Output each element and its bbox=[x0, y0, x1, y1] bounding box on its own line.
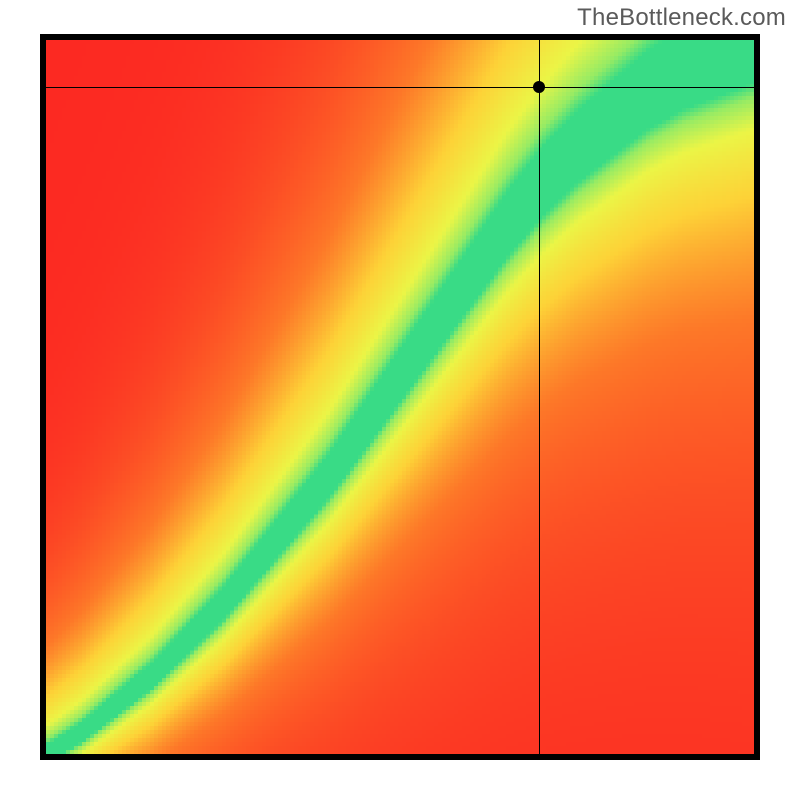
watermark-text: TheBottleneck.com bbox=[577, 4, 786, 32]
selection-marker bbox=[533, 81, 545, 93]
crosshair-vertical bbox=[539, 40, 540, 754]
crosshair-horizontal bbox=[46, 87, 754, 88]
plot-frame bbox=[40, 34, 760, 760]
bottleneck-heatmap bbox=[46, 40, 754, 754]
